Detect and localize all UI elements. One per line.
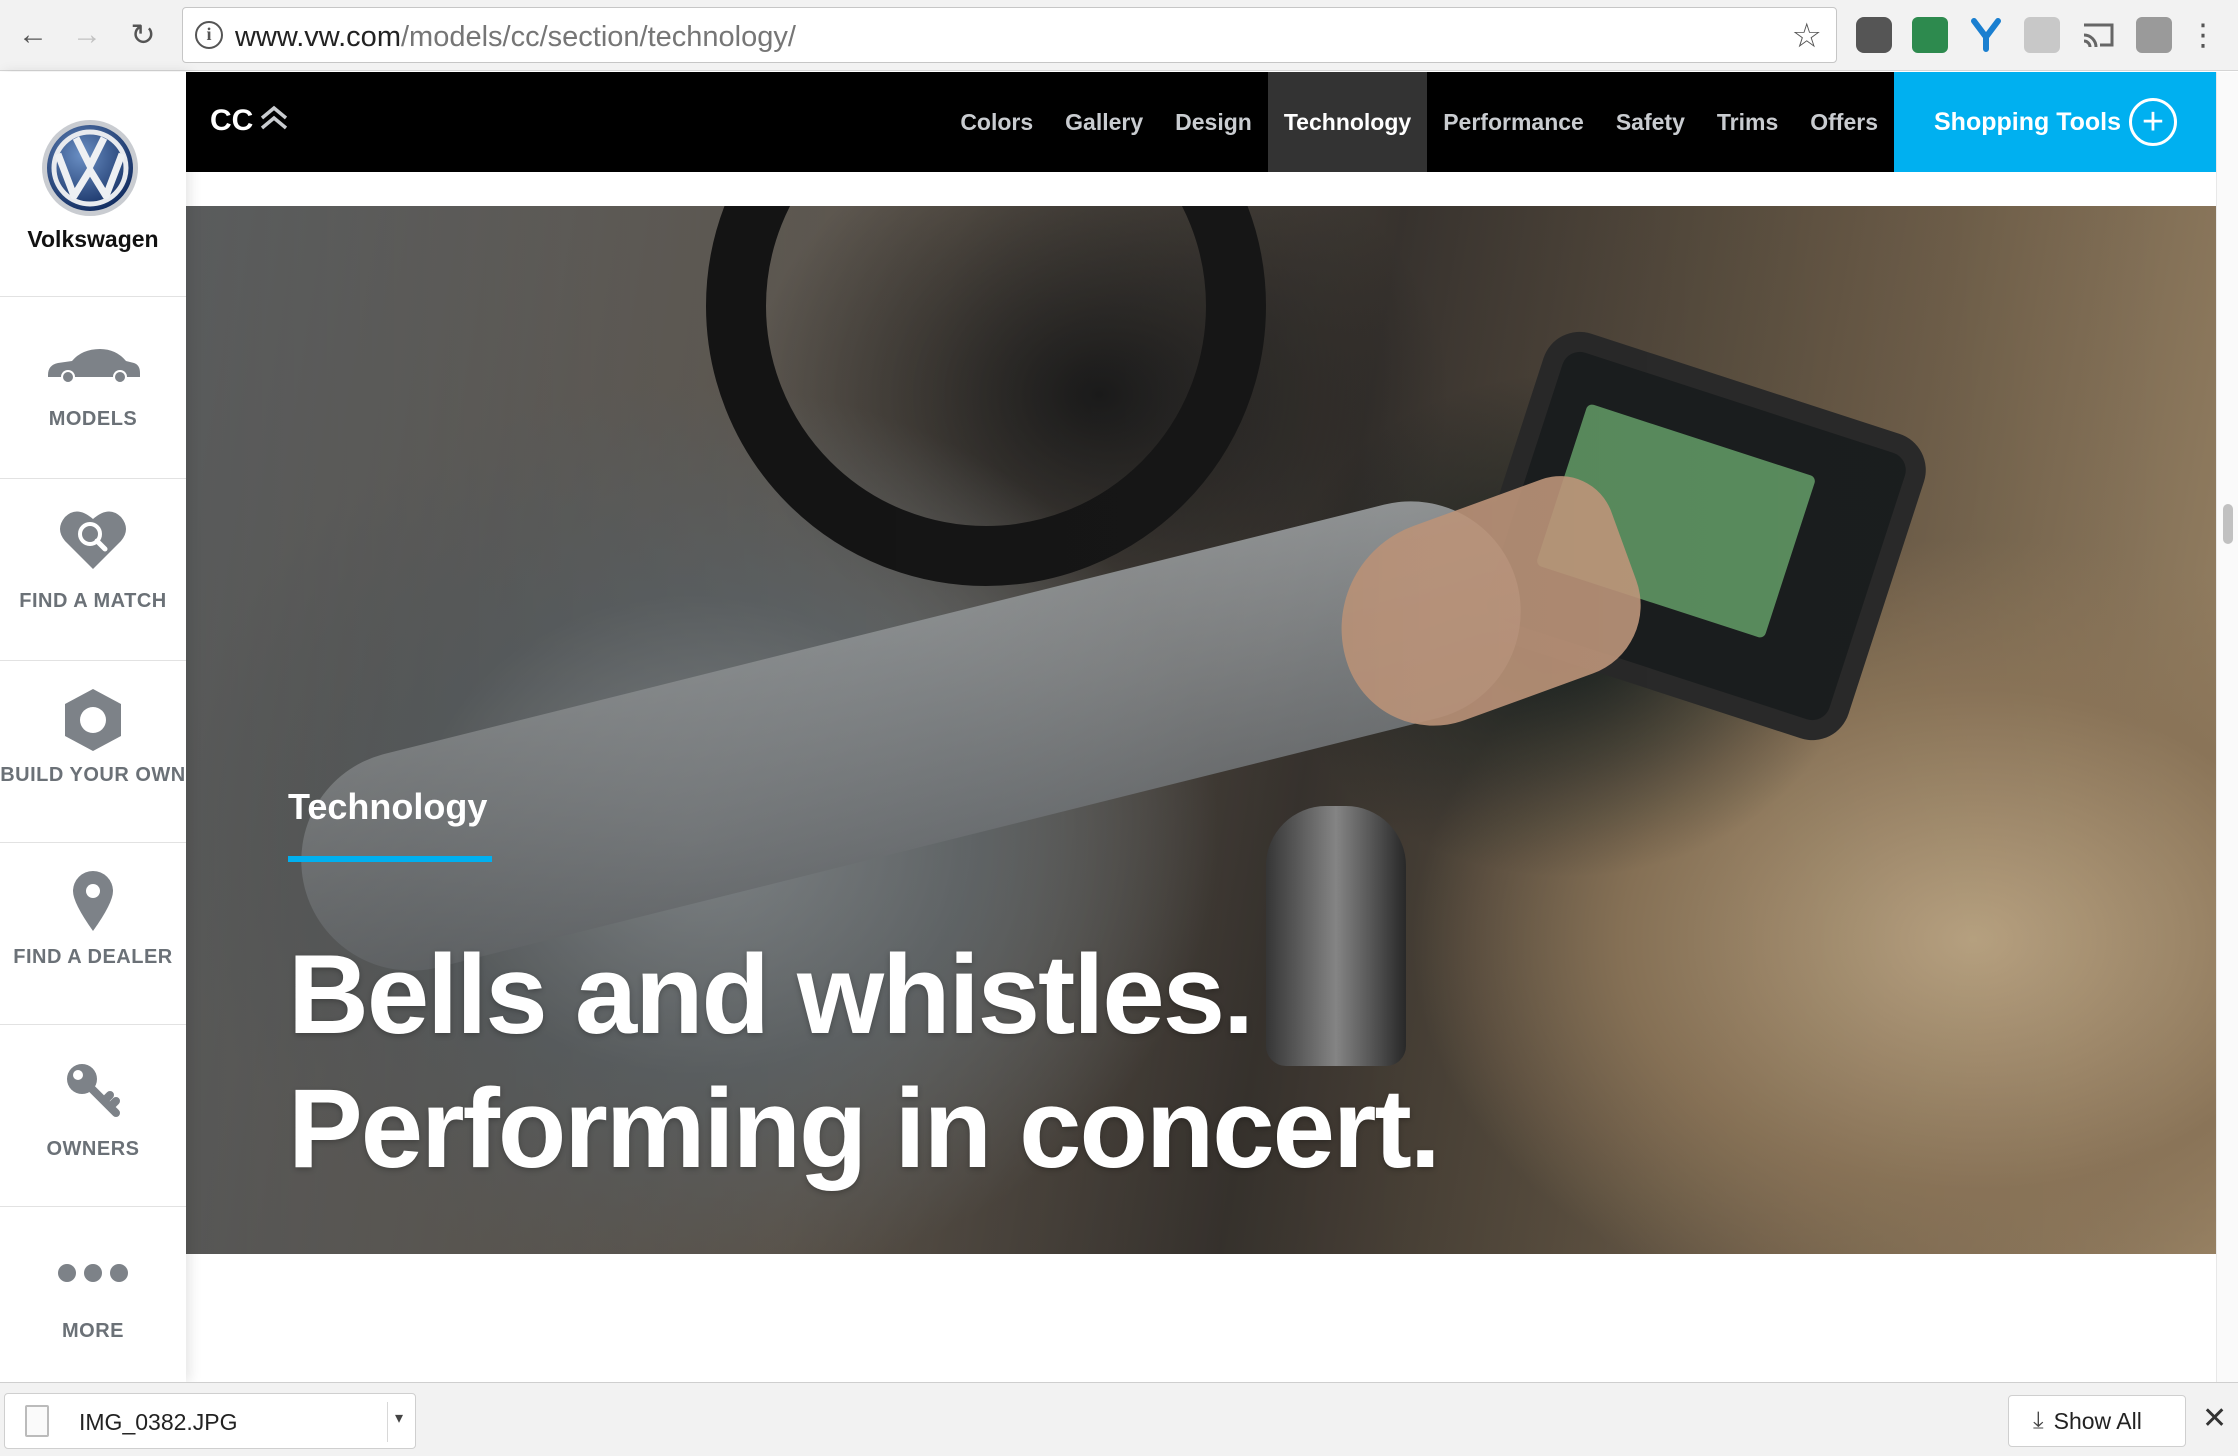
browser-toolbar: ← → ↻ i www.vw.com/models/cc/section/tec… — [0, 0, 2238, 71]
scrollbar-thumb[interactable] — [2223, 504, 2233, 544]
plus-circle-icon: + — [2129, 98, 2177, 146]
brand-name: Volkswagen — [27, 226, 159, 252]
shopping-tools-label: Shopping Tools — [1934, 107, 2121, 136]
hero-headline: Bells and whistles. Performing in concer… — [288, 928, 1441, 1196]
forward-arrow-icon: → — [72, 18, 102, 51]
sidebar-item-label: BUILD YOUR OWN — [0, 764, 186, 786]
show-all-button[interactable]: ⤓ Show All — [2008, 1395, 2186, 1447]
hero-headline-line-2: Performing in concert. — [288, 1066, 1441, 1191]
heart-search-icon — [0, 507, 186, 571]
show-all-label: Show All — [2053, 1407, 2142, 1434]
chevron-up-icon[interactable] — [258, 102, 290, 134]
pocket-extension-icon[interactable] — [1856, 17, 1892, 53]
more-dots-icon — [0, 1263, 186, 1283]
vw-logo-icon — [42, 120, 138, 216]
sidebar-item-more[interactable]: MORE — [0, 1207, 186, 1389]
brand-home-link[interactable]: Volkswagen — [0, 72, 186, 297]
y-extension-icon[interactable] — [1968, 17, 2004, 53]
forward-button[interactable]: → — [66, 14, 108, 56]
model-name[interactable]: CC — [210, 104, 253, 138]
map-pin-icon — [0, 869, 186, 933]
browser-menu-button[interactable]: ⋮ — [2188, 14, 2218, 56]
sidebar-item-models[interactable]: MODELS — [0, 297, 186, 479]
back-button[interactable]: ← — [12, 14, 54, 56]
key-icon — [0, 1061, 186, 1117]
nav-design[interactable]: Design — [1159, 72, 1268, 172]
nav-safety[interactable]: Safety — [1600, 72, 1701, 172]
hero-banner: Technology Bells and whistles. Performin… — [186, 206, 2216, 1254]
chart-extension-icon[interactable] — [1912, 17, 1948, 53]
nav-performance[interactable]: Performance — [1427, 72, 1600, 172]
nav-offers[interactable]: Offers — [1794, 72, 1894, 172]
sidebar-item-label: OWNERS — [46, 1138, 140, 1160]
address-bar[interactable]: i www.vw.com/models/cc/section/technolog… — [182, 7, 1837, 63]
close-icon[interactable]: ✕ — [2202, 1401, 2227, 1436]
square-extension-icon[interactable] — [2136, 17, 2172, 53]
sidebar: Volkswagen MODELS FIND A MATCH BUILD YOU… — [0, 72, 186, 1382]
sidebar-item-owners[interactable]: OWNERS — [0, 1025, 186, 1207]
nav-gallery[interactable]: Gallery — [1049, 72, 1159, 172]
shopping-tools-button[interactable]: Shopping Tools + — [1894, 72, 2216, 172]
sidebar-item-build-your-own[interactable]: BUILD YOUR OWN — [0, 661, 186, 843]
photo-extension-icon[interactable] — [2024, 17, 2060, 53]
url-text[interactable]: www.vw.com/models/cc/section/technology/ — [235, 21, 796, 54]
section-nav: Colors Gallery Design Technology Perform… — [944, 72, 1894, 172]
section-eyebrow-underline — [288, 856, 492, 862]
page-scrollbar[interactable] — [2216, 72, 2238, 1382]
download-shelf: IMG_0382.JPG ▾ ⤓ Show All ✕ — [0, 1382, 2238, 1456]
nav-technology[interactable]: Technology — [1267, 72, 1428, 172]
sidebar-item-label: MORE — [62, 1320, 124, 1342]
sidebar-item-find-a-match[interactable]: FIND A MATCH — [0, 479, 186, 661]
nav-colors[interactable]: Colors — [944, 72, 1049, 172]
sidebar-item-find-a-dealer[interactable]: FIND A DEALER — [0, 843, 186, 1025]
download-item-divider — [387, 1402, 388, 1442]
cast-icon[interactable] — [2080, 17, 2116, 53]
url-host: www.vw.com — [235, 21, 401, 53]
hexagon-icon — [0, 687, 186, 753]
nav-trims[interactable]: Trims — [1701, 72, 1794, 172]
sidebar-item-label: FIND A MATCH — [19, 590, 167, 612]
bookmark-star-icon[interactable]: ☆ — [1792, 16, 1822, 56]
download-item[interactable]: IMG_0382.JPG ▾ — [4, 1393, 416, 1449]
reload-icon: ↻ — [130, 18, 156, 52]
model-nav-bar: CC Colors Gallery Design Technology Perf… — [186, 72, 2216, 172]
section-eyebrow: Technology — [288, 786, 488, 827]
download-icon: ⤓ — [2033, 1407, 2044, 1434]
site-info-icon[interactable]: i — [195, 21, 223, 49]
hero-headline-line-1: Bells and whistles. — [288, 932, 1254, 1057]
sidebar-item-label: FIND A DEALER — [13, 946, 173, 968]
sidebar-item-label: MODELS — [48, 408, 138, 430]
car-icon — [0, 345, 186, 385]
kebab-menu-icon: ⋮ — [2188, 18, 2218, 52]
chevron-down-icon[interactable]: ▾ — [395, 1408, 403, 1428]
url-path: /models/cc/section/technology/ — [400, 21, 796, 53]
back-arrow-icon: ← — [18, 18, 48, 51]
download-file-name: IMG_0382.JPG — [79, 1409, 238, 1435]
file-icon — [25, 1405, 49, 1437]
reload-button[interactable]: ↻ — [122, 14, 164, 56]
